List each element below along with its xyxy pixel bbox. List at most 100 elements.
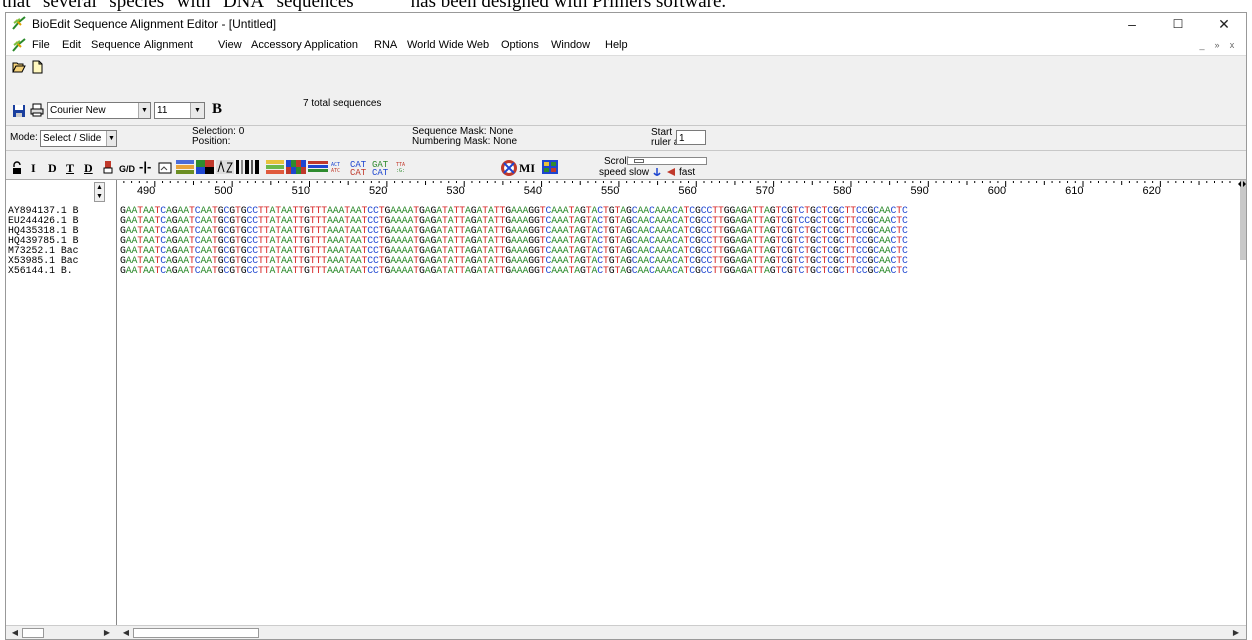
ruler-number: 580 [833,185,852,197]
chevron-down-icon[interactable]: ▼ [138,103,150,118]
position-readout: Position: [192,136,231,147]
slow-label: slow [629,167,650,178]
menu-bar: File Edit Sequence Alignment View Access… [6,35,1246,56]
bioedit-logo-icon [12,16,26,30]
sequence-name[interactable]: HQ435318.1 B [6,226,117,236]
font-name-select[interactable]: Courier New ▼ [47,102,151,119]
sequence-name[interactable]: HQ439785.1 B [6,236,117,246]
cat-button-4[interactable]: CAT [372,168,388,179]
minimize-button[interactable]: – [1109,13,1155,35]
scroll-thumb[interactable] [133,628,259,638]
close-button[interactable]: ✕ [1201,13,1246,35]
scroll-right-icon[interactable]: ▶ [100,627,114,639]
new-document-icon[interactable] [30,60,44,74]
menu-accessory-application[interactable]: Accessory Application [251,39,358,51]
slider-thumb[interactable] [634,159,644,163]
matrix-icon[interactable] [542,160,558,174]
a-z-icon[interactable] [216,160,234,174]
sequence-names-pane: ▲ ▼ AY894137.1 B EU244426.1 B HQ435318.1 BH… [6,180,117,626]
lock-icon[interactable] [12,161,22,175]
sequence-name[interactable]: X56144.1 B. [6,266,117,276]
sequence-name[interactable]: AY894137.1 B [6,206,117,216]
ruler-number: 540 [523,185,543,197]
sequence-name[interactable]: X53985.1 Bac [6,256,117,266]
start-ruler-input[interactable]: 1 [676,130,706,145]
menu-options[interactable]: Options [501,39,539,51]
fast-label: fast [679,167,696,178]
menu-help[interactable]: Help [605,39,628,51]
mdi-minimize-button[interactable]: _ [1196,39,1208,51]
menu-sequence[interactable]: Sequence [91,39,141,51]
bioedit-menu-icon[interactable] [12,38,26,52]
ruler-number: 520 [368,185,388,197]
total-sequences-label: 7 total sequences [303,98,382,109]
insert-mode-button[interactable]: I [31,161,36,176]
tag-icon[interactable]: TTA :G: [396,160,408,174]
speed-label: speed [599,167,627,178]
stripes-icon[interactable] [308,160,328,174]
names-horizontal-scrollbar[interactable]: ◀ ▶ [6,625,117,639]
menu-edit[interactable]: Edit [62,39,81,51]
ruler-number: 610 [1065,185,1084,197]
bold-toggle-button[interactable]: B [212,101,222,118]
ruler-number: 510 [291,185,310,197]
menu-window[interactable]: Window [551,39,590,51]
ruler-number: 530 [446,185,465,197]
colored-residues-icon[interactable] [266,160,284,174]
sequence-name[interactable]: EU244426.1 B [6,216,117,226]
cat-button-3[interactable]: CAT [350,168,366,179]
grid-color-icon[interactable] [286,160,306,174]
shaded-block-icon[interactable] [196,160,214,174]
divider [6,150,1246,151]
row-spinner[interactable]: ▲ ▼ [94,182,105,202]
crosshair-icon[interactable]: -|- [139,160,151,173]
ruler-number: 550 [601,185,620,197]
svg-text:ATC: ATC [331,168,340,174]
sequence-pane: 490 500 510 520 530 540 550 560 570 580 590 600 610 6… [117,180,1246,626]
gap-delete-button[interactable]: G/D [119,164,135,175]
arrow-left-red-icon[interactable] [666,167,676,177]
sequence-name[interactable]: M73252.1 Bac [6,246,117,256]
position-ruler: 490 500 510 520 530 540 550 560 570 580 590 600 610 6… [117,180,1246,198]
scroll-left-icon[interactable]: ◀ [8,627,22,639]
ruler-number: 600 [987,185,1007,197]
delete-mode-button[interactable]: D [48,161,57,176]
eraser-icon[interactable] [103,160,113,174]
menu-view[interactable]: View [218,39,242,51]
restriction-icon[interactable] [500,159,518,177]
scroll-left-icon[interactable]: ◀ [119,627,133,639]
alignment-editor: ▲ ▼ AY894137.1 B EU244426.1 B HQ435318.1 BH… [6,179,1246,626]
image-toggle-icon[interactable] [158,161,174,175]
mdi-close-button[interactable]: x [1226,39,1238,51]
toggle-t-button[interactable]: T [66,161,74,176]
anchor-icon[interactable] [652,167,662,177]
mi-button[interactable]: MI [519,161,535,176]
save-icon[interactable] [12,104,26,118]
toggle-d-button[interactable]: D [84,161,93,176]
chevron-down-icon[interactable]: ▼ [106,131,116,146]
title-bar[interactable]: BioEdit Sequence Alignment Editor - [Unt… [6,13,1246,35]
menu-rna[interactable]: RNA [374,39,397,51]
numbering-mask-readout: Numbering Mask: None [412,136,518,147]
mdi-restore-button[interactable]: » [1211,39,1223,51]
font-size-select[interactable]: 11 ▼ [154,102,205,119]
menu-alignment[interactable]: Alignment [144,39,193,51]
ruler-arrows-icon[interactable] [1238,180,1246,188]
ruler-number: 490 [136,185,156,197]
bars-icon[interactable] [236,160,260,174]
sequence-horizontal-scrollbar[interactable]: ◀ ▶ [117,625,1246,639]
consensus-icon[interactable]: ACT ATC [330,160,348,174]
abc-color-icon[interactable] [176,160,194,174]
chevron-down-icon[interactable]: ▼ [190,103,204,118]
print-icon[interactable] [30,103,44,117]
open-folder-icon[interactable] [12,60,26,74]
mode-select[interactable]: Select / Slide ▼ [40,130,117,147]
menu-world-wide-web[interactable]: World Wide Web [407,39,489,51]
scroll-speed-slider[interactable] [627,157,707,165]
vertical-scrollbar[interactable] [1240,180,1246,260]
menu-file[interactable]: File [32,39,50,51]
sequence-row[interactable]: GAATAATCAGAATCAATGCGTGCCTTATAATTGTTTAAAT… [120,266,908,276]
scroll-thumb[interactable] [22,628,44,638]
maximize-button[interactable]: ☐ [1155,13,1201,35]
scroll-right-icon[interactable]: ▶ [1229,627,1243,639]
